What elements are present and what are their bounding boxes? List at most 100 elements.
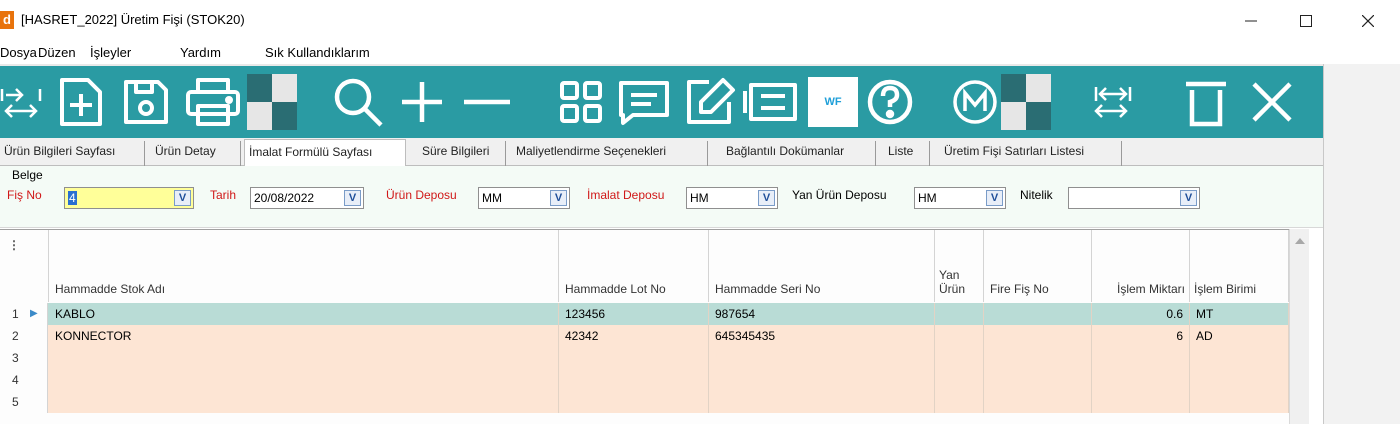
chevron-down-icon[interactable]: V [986, 190, 1003, 206]
cell-yan-urun[interactable] [935, 325, 984, 347]
print-button[interactable] [182, 66, 244, 138]
table-row[interactable]: 3 [0, 347, 1289, 369]
cell-lot-no[interactable] [559, 347, 709, 369]
tab-sure-bilgileri[interactable]: Süre Bilgileri [418, 141, 506, 166]
minimize-button[interactable] [1228, 6, 1274, 36]
menu-duzen[interactable]: Düzen [38, 45, 76, 60]
col-header-stok-adi-label: Hammadde Stok Adı [55, 282, 166, 296]
grid-menu-header[interactable]: ⋮ [0, 230, 49, 302]
cell-seri-no[interactable]: 987654 [709, 303, 935, 325]
m-button[interactable] [950, 66, 1000, 138]
col-header-yan-urun[interactable]: Yan Ürün [935, 230, 984, 302]
cell-fire-fis-no[interactable] [984, 303, 1092, 325]
cell-seri-no[interactable] [709, 347, 935, 369]
menu-sik-kullandiklarim[interactable]: Sık Kullandıklarım [265, 45, 370, 60]
add-button[interactable] [396, 66, 448, 138]
menu-isleyler[interactable]: İşleyler [90, 45, 131, 60]
cell-stok-adi[interactable]: KABLO [49, 303, 559, 325]
expand-button[interactable] [0, 66, 46, 138]
tab-imalat-formulu[interactable]: İmalat Formülü Sayfası [244, 139, 406, 167]
cell-stok-adi[interactable]: KONNECTOR [49, 325, 559, 347]
yan-urun-deposu-combo[interactable]: HM V [914, 187, 1006, 209]
table-row[interactable]: 5 [0, 391, 1289, 413]
list-button[interactable] [742, 66, 802, 138]
remove-button[interactable] [460, 66, 514, 138]
fis-no-combo[interactable]: 4 V [64, 187, 194, 209]
col-header-stok-adi[interactable]: Hammadde Stok Adı [49, 230, 559, 302]
table-row[interactable]: 4 [0, 369, 1289, 391]
table-row[interactable]: 2 KONNECTOR 42342 645345435 6 AD [0, 325, 1289, 347]
close-window-button[interactable] [1345, 6, 1391, 36]
save-button[interactable] [118, 66, 174, 138]
cell-fire-fis-no[interactable] [984, 325, 1092, 347]
close-form-button[interactable] [1244, 66, 1300, 138]
placeholder-button-2[interactable] [1000, 66, 1052, 138]
cell-fire-fis-no[interactable] [984, 391, 1092, 413]
placeholder-button-1[interactable] [246, 66, 298, 138]
grid-view-button[interactable] [556, 66, 606, 138]
col-header-islem-miktari-label: İşlem Miktarı [1116, 282, 1185, 296]
cell-yan-urun[interactable] [935, 347, 984, 369]
cell-seri-no[interactable] [709, 369, 935, 391]
cell-fire-fis-no[interactable] [984, 347, 1092, 369]
cell-islem-birimi[interactable]: MT [1190, 303, 1289, 325]
imalat-deposu-combo[interactable]: HM V [686, 187, 778, 209]
tab-liste[interactable]: Liste [884, 141, 930, 166]
cell-stok-adi[interactable] [49, 391, 559, 413]
cell-islem-birimi[interactable] [1190, 369, 1289, 391]
chevron-down-icon[interactable]: V [344, 190, 361, 206]
chevron-down-icon[interactable]: V [174, 190, 191, 206]
help-button[interactable] [864, 66, 916, 138]
col-header-lot-no[interactable]: Hammadde Lot No [559, 230, 709, 302]
table-row[interactable]: 1 ▶ KABLO 123456 987654 0.6 MT [0, 303, 1289, 325]
tab-urun-bilgileri[interactable]: Ürün Bilgileri Sayfası [0, 141, 145, 166]
cell-islem-birimi[interactable]: AD [1190, 325, 1289, 347]
col-header-fire-fis-no[interactable]: Fire Fiş No [984, 230, 1092, 302]
tab-maliyetlendirme[interactable]: Maliyetlendirme Seçenekleri [512, 141, 708, 166]
tarih-field[interactable]: 20/08/2022 V [250, 187, 364, 209]
cell-seri-no[interactable]: 645345435 [709, 325, 935, 347]
chevron-down-icon[interactable]: V [1180, 190, 1197, 206]
cell-islem-miktari[interactable] [1092, 369, 1190, 391]
tab-baglantili-dokumanlar[interactable]: Bağlantılı Dokümanlar [722, 141, 876, 166]
nitelik-combo[interactable]: V [1068, 187, 1200, 209]
cell-lot-no[interactable]: 123456 [559, 303, 709, 325]
vertical-scrollbar[interactable] [1289, 229, 1309, 424]
edit-button[interactable] [682, 66, 738, 138]
cell-yan-urun[interactable] [935, 303, 984, 325]
cell-fire-fis-no[interactable] [984, 369, 1092, 391]
menu-dosya[interactable]: Dosya [0, 45, 37, 60]
tab-urun-detay[interactable]: Ürün Detay [151, 141, 241, 166]
workflow-button[interactable]: WF [808, 66, 858, 138]
col-header-islem-birimi[interactable]: İşlem Birimi [1190, 230, 1289, 302]
search-button[interactable] [330, 66, 386, 138]
chevron-down-icon[interactable]: V [550, 190, 567, 206]
cell-yan-urun[interactable] [935, 369, 984, 391]
cell-islem-miktari[interactable] [1092, 347, 1190, 369]
col-header-islem-miktari[interactable]: İşlem Miktarı [1092, 230, 1190, 302]
menu-yardim[interactable]: Yardım [180, 45, 221, 60]
cell-islem-miktari[interactable]: 0.6 [1092, 303, 1190, 325]
cell-seri-no[interactable] [709, 391, 935, 413]
comment-button[interactable] [616, 66, 672, 138]
tab-uretim-fisi-satirlari[interactable]: Üretim Fişi Satırları Listesi [940, 141, 1122, 166]
cell-stok-adi[interactable] [49, 347, 559, 369]
remove-icon [464, 99, 510, 105]
collapse-button[interactable] [1090, 66, 1136, 138]
scroll-up-icon[interactable] [1290, 233, 1310, 249]
cell-lot-no[interactable]: 42342 [559, 325, 709, 347]
new-button[interactable] [52, 66, 108, 138]
cell-islem-miktari[interactable]: 6 [1092, 325, 1190, 347]
maximize-button[interactable] [1283, 6, 1329, 36]
urun-deposu-combo[interactable]: MM V [478, 187, 570, 209]
cell-islem-birimi[interactable] [1190, 347, 1289, 369]
cell-yan-urun[interactable] [935, 391, 984, 413]
chevron-down-icon[interactable]: V [758, 190, 775, 206]
delete-button[interactable] [1180, 66, 1232, 138]
cell-lot-no[interactable] [559, 391, 709, 413]
col-header-seri-no[interactable]: Hammadde Seri No [709, 230, 935, 302]
cell-islem-birimi[interactable] [1190, 391, 1289, 413]
cell-stok-adi[interactable] [49, 369, 559, 391]
cell-islem-miktari[interactable] [1092, 391, 1190, 413]
cell-lot-no[interactable] [559, 369, 709, 391]
